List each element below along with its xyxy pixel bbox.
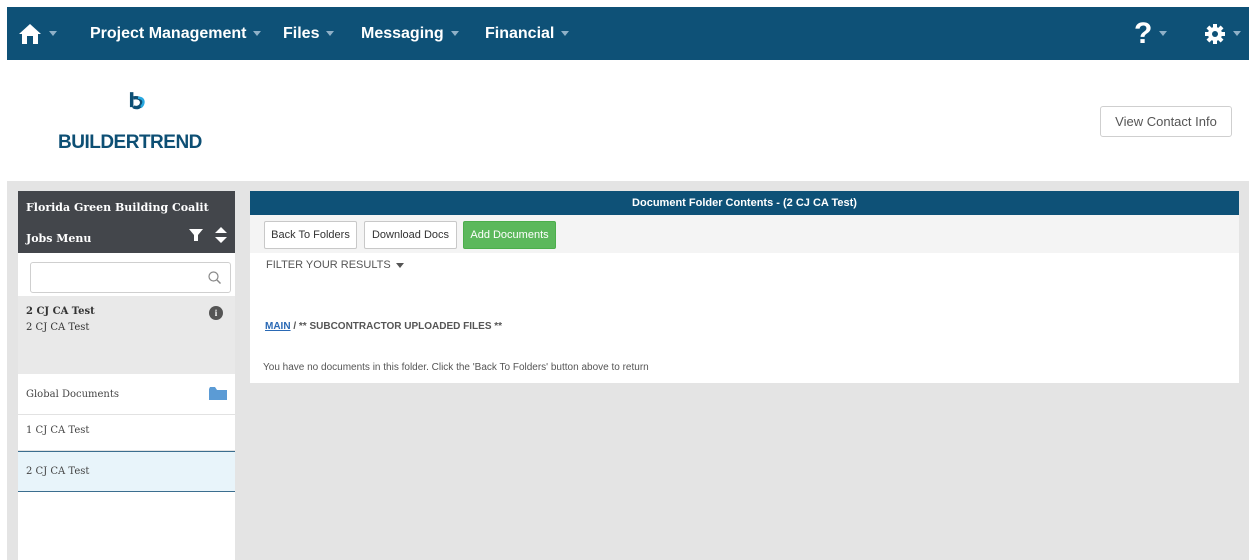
- search-icon: [208, 271, 221, 284]
- nav-label: Messaging: [361, 24, 444, 42]
- sidebar-item-job[interactable]: 1 CJ CA Test: [18, 410, 235, 451]
- toolbar: Back To Folders Download Docs Add Docume…: [250, 215, 1239, 253]
- breadcrumb-current: ** SUBCONTRACTOR UPLOADED FILES **: [298, 321, 503, 332]
- company-name: Florida Green Building Coalit: [26, 201, 209, 214]
- buildertrend-logo-mark: [129, 92, 145, 110]
- chevron-down-icon: [450, 31, 459, 36]
- nav-files[interactable]: Files: [283, 7, 335, 60]
- jobs-menu-title: Jobs Menu: [26, 232, 92, 245]
- sidebar-header: Florida Green Building Coalit Jobs Menu: [18, 191, 235, 253]
- nav-label: Files: [283, 24, 320, 42]
- nav-project-management[interactable]: Project Management: [90, 7, 262, 60]
- home-icon: [19, 23, 41, 44]
- nav-messaging[interactable]: Messaging: [361, 7, 459, 60]
- document-folder-panel: Document Folder Contents - (2 CJ CA Test…: [250, 191, 1239, 383]
- sidebar-item-label: 2 CJ CA Test: [26, 466, 90, 477]
- filter-results-label: FILTER YOUR RESULTS: [266, 259, 391, 271]
- selected-job[interactable]: 2 CJ CA Test 2 CJ CA Test i: [18, 296, 235, 374]
- panel-title: Document Folder Contents - (2 CJ CA Test…: [250, 191, 1239, 215]
- sort-icon[interactable]: [215, 227, 227, 243]
- info-icon[interactable]: i: [209, 306, 223, 320]
- empty-folder-message: You have no documents in this folder. Cl…: [263, 362, 649, 373]
- nav-financial[interactable]: Financial: [485, 7, 570, 60]
- chevron-down-icon: [326, 31, 335, 36]
- folder-icon: [209, 387, 227, 400]
- back-to-folders-button[interactable]: Back To Folders: [264, 221, 357, 249]
- nav-label: Financial: [485, 24, 555, 42]
- breadcrumb-main-link[interactable]: MAIN: [265, 321, 291, 332]
- jobs-sidebar: Florida Green Building Coalit Jobs Menu …: [18, 191, 235, 560]
- add-documents-button[interactable]: Add Documents: [463, 221, 556, 249]
- sidebar-item-label: 1 CJ CA Test: [26, 424, 90, 436]
- chevron-down-icon: [395, 263, 404, 268]
- logo-text: BUILDERTREND: [58, 132, 202, 153]
- filter-results-toggle[interactable]: FILTER YOUR RESULTS: [266, 259, 404, 271]
- help-menu[interactable]: ?: [1134, 7, 1168, 60]
- chevron-down-icon: [1159, 31, 1168, 36]
- chevron-down-icon: [49, 31, 57, 36]
- selected-job-name: 2 CJ CA Test: [26, 306, 95, 317]
- sidebar-item-label: Global Documents: [26, 388, 120, 400]
- settings-menu[interactable]: [1204, 7, 1241, 60]
- sidebar-item-job-active[interactable]: 2 CJ CA Test: [18, 451, 235, 492]
- job-search-input[interactable]: [30, 262, 231, 293]
- chevron-down-icon: [1233, 31, 1241, 36]
- chevron-down-icon: [561, 31, 570, 36]
- help-icon: ?: [1134, 16, 1153, 50]
- nav-label: Project Management: [90, 24, 247, 42]
- home-menu[interactable]: [18, 7, 57, 60]
- breadcrumb: MAIN / ** SUBCONTRACTOR UPLOADED FILES *…: [265, 321, 502, 332]
- gear-icon: [1205, 23, 1225, 44]
- download-docs-button[interactable]: Download Docs: [364, 221, 457, 249]
- breadcrumb-separator: /: [290, 321, 299, 332]
- top-nav: Project Management Files Messaging Finan…: [7, 7, 1249, 60]
- selected-job-subtitle: 2 CJ CA Test: [26, 322, 90, 333]
- sidebar-item-global-documents[interactable]: Global Documents: [18, 374, 235, 415]
- view-contact-info-button[interactable]: View Contact Info: [1100, 106, 1232, 137]
- filter-icon[interactable]: [189, 229, 203, 241]
- chevron-down-icon: [253, 31, 262, 36]
